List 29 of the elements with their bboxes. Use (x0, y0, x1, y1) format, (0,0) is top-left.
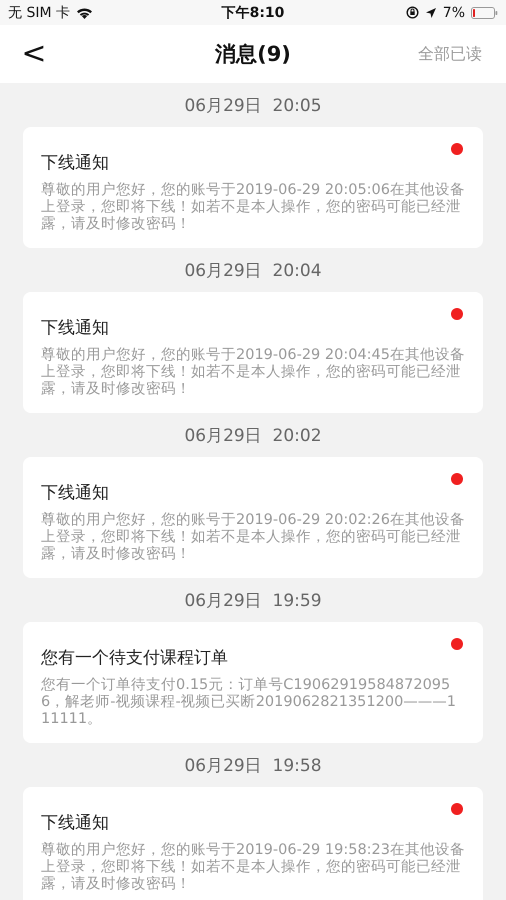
message-title: 下线通知 (41, 317, 110, 339)
message-card[interactable]: 您有一个待支付课程订单 您有一个订单待支付0.15元：订单号C190629195848720956，解老师-视频课程-视频已买断2019062821351200———111111。 (23, 622, 483, 743)
message-title: 您有一个待支付课程订单 (41, 647, 229, 669)
message-body: 尊敬的用户您好，您的账号于2019-06-29 20:04:45在其他设备上登录，您即将下线！如若不是本人操作，您的密码可能已经泄露，请及时修改密码！ (41, 347, 465, 398)
message-title: 下线通知 (41, 812, 110, 834)
message-body: 尊敬的用户您好，您的账号于2019-06-29 20:05:06在其他设备上登录，您即将下线！如若不是本人操作，您的密码可能已经泄露，请及时修改密码！ (41, 182, 465, 233)
message-card[interactable]: 下线通知 尊敬的用户您好，您的账号于2019-06-29 20:02:26在其他设备上登录，您即将下线！如若不是本人操作，您的密码可能已经泄露，请及时修改密码！ (23, 457, 483, 578)
message-date: 06月29日 20:02 (184, 424, 322, 446)
back-button[interactable]: < (20, 39, 48, 69)
message-date: 06月29日 20:05 (184, 94, 322, 116)
battery-percent: 7% (442, 4, 466, 20)
message-body: 尊敬的用户您好，您的账号于2019-06-29 19:58:23在其他设备上登录，您即将下线！如若不是本人操作，您的密码可能已经泄露，请及时修改密码！ (41, 842, 465, 893)
message-body: 尊敬的用户您好，您的账号于2019-06-29 20:02:26在其他设备上登录，您即将下线！如若不是本人操作，您的密码可能已经泄露，请及时修改密码！ (41, 512, 465, 563)
wifi-icon (76, 6, 93, 18)
message-date: 06月29日 20:04 (184, 260, 322, 282)
message-date: 06月29日 19:59 (184, 590, 322, 612)
page-title: 消息(9) (214, 41, 292, 68)
message-title: 下线通知 (41, 482, 110, 504)
message-card[interactable]: 下线通知 尊敬的用户您好，您的账号于2019-06-29 20:04:45在其他设备上登录，您即将下线！如若不是本人操作，您的密码可能已经泄露，请及时修改密码！ (23, 292, 483, 413)
message-card[interactable]: 下线通知 尊敬的用户您好，您的账号于2019-06-29 20:05:06在其他设备上登录，您即将下线！如若不是本人操作，您的密码可能已经泄露，请及时修改密码！ (23, 127, 483, 248)
carrier-text: 无 SIM 卡 (8, 4, 70, 22)
message-date: 06月29日 19:58 (184, 754, 322, 776)
message-body: 您有一个订单待支付0.15元：订单号C190629195848720956，解老师-视频课程-视频已买断2019062821351200———111111。 (41, 677, 458, 728)
message-title: 下线通知 (41, 152, 110, 174)
clock-text: 下午8:10 (222, 4, 284, 22)
message-card[interactable]: 下线通知 尊敬的用户您好，您的账号于2019-06-29 19:58:23在其他设备上登录，您即将下线！如若不是本人操作，您的密码可能已经泄露，请及时修改密码！ (23, 787, 483, 900)
battery-icon (471, 6, 498, 18)
rotation-lock-icon (406, 6, 419, 19)
location-arrow-icon (424, 6, 437, 18)
